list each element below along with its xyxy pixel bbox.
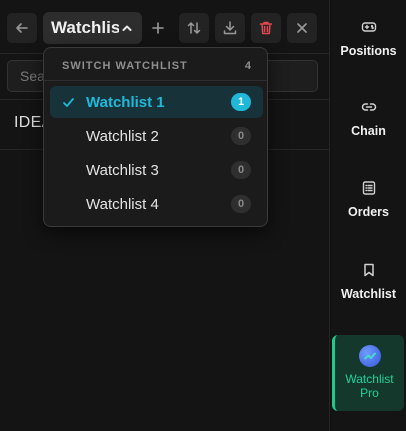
- right-nav: Positions Chain Orders Watchlist Watchli…: [331, 0, 406, 431]
- gamepad-icon: [361, 22, 376, 32]
- nav-item-positions[interactable]: Positions: [331, 0, 406, 70]
- watchlist-select[interactable]: Watchlist 1: [43, 12, 142, 44]
- close-icon: [297, 23, 307, 33]
- download-icon: [223, 21, 237, 35]
- sort-button[interactable]: [179, 13, 209, 43]
- watchlist-count-badge: 1: [231, 93, 251, 111]
- link-icon: [361, 103, 376, 111]
- plus-icon: [152, 22, 164, 34]
- back-button[interactable]: [7, 13, 37, 43]
- trash-icon: [259, 21, 273, 35]
- watchlist-option[interactable]: Watchlist 4 0: [50, 188, 263, 220]
- dropdown-count: 4: [244, 60, 251, 72]
- switch-watchlist-dropdown: SWITCH WATCHLIST 4 Watchlist 1 1 Watchli…: [43, 47, 268, 227]
- nav-label: Chain: [351, 124, 386, 138]
- watchlist-count-badge: 0: [231, 161, 251, 179]
- bookmark-icon: [363, 263, 374, 277]
- dropdown-title: SWITCH WATCHLIST: [62, 60, 188, 72]
- watchlist-count-badge: 0: [231, 195, 251, 213]
- watchlist-option[interactable]: Watchlist 1 1: [50, 86, 263, 118]
- toolbar: Watchlist 1: [0, 0, 330, 54]
- sort-arrows-icon: [187, 22, 201, 34]
- watchlist-option-label: Watchlist 1: [86, 94, 165, 111]
- nav-item-chain[interactable]: Chain: [331, 80, 406, 150]
- watchlist-option[interactable]: Watchlist 2 0: [50, 120, 263, 152]
- nav-item-watchlist[interactable]: Watchlist: [331, 243, 406, 313]
- watchlist-option-label: Watchlist 4: [86, 196, 159, 213]
- download-button[interactable]: [215, 13, 245, 43]
- nav-label: Watchlist Pro: [345, 372, 394, 400]
- watchlist-option-label: Watchlist 2: [86, 128, 159, 145]
- main-panel: Watchlist 1 IDEAS SWITCH WATCHLIST 4: [0, 0, 330, 431]
- nav-label: Positions: [340, 44, 397, 58]
- watchlist-pro-logo-icon: [358, 345, 381, 367]
- nav-item-orders[interactable]: Orders: [331, 161, 406, 231]
- watchlist-option-label: Watchlist 3: [86, 162, 159, 179]
- watchlist-select-label: Watchlist 1: [51, 18, 119, 37]
- nav-label: Watchlist: [340, 287, 397, 301]
- watchlist-count-badge: 0: [231, 127, 251, 145]
- nav-item-watchlist-pro[interactable]: Watchlist Pro: [332, 335, 404, 411]
- delete-button[interactable]: [251, 13, 281, 43]
- arrow-left-icon: [16, 23, 28, 33]
- dropdown-header: SWITCH WATCHLIST 4: [44, 48, 267, 81]
- list-icon: [362, 181, 375, 195]
- watchlist-option[interactable]: Watchlist 3 0: [50, 154, 263, 186]
- checkmark-icon: [63, 98, 74, 107]
- nav-label: Orders: [348, 205, 389, 219]
- add-watchlist-button[interactable]: [143, 13, 173, 43]
- close-button[interactable]: [287, 13, 317, 43]
- chevron-up-icon: [122, 25, 132, 31]
